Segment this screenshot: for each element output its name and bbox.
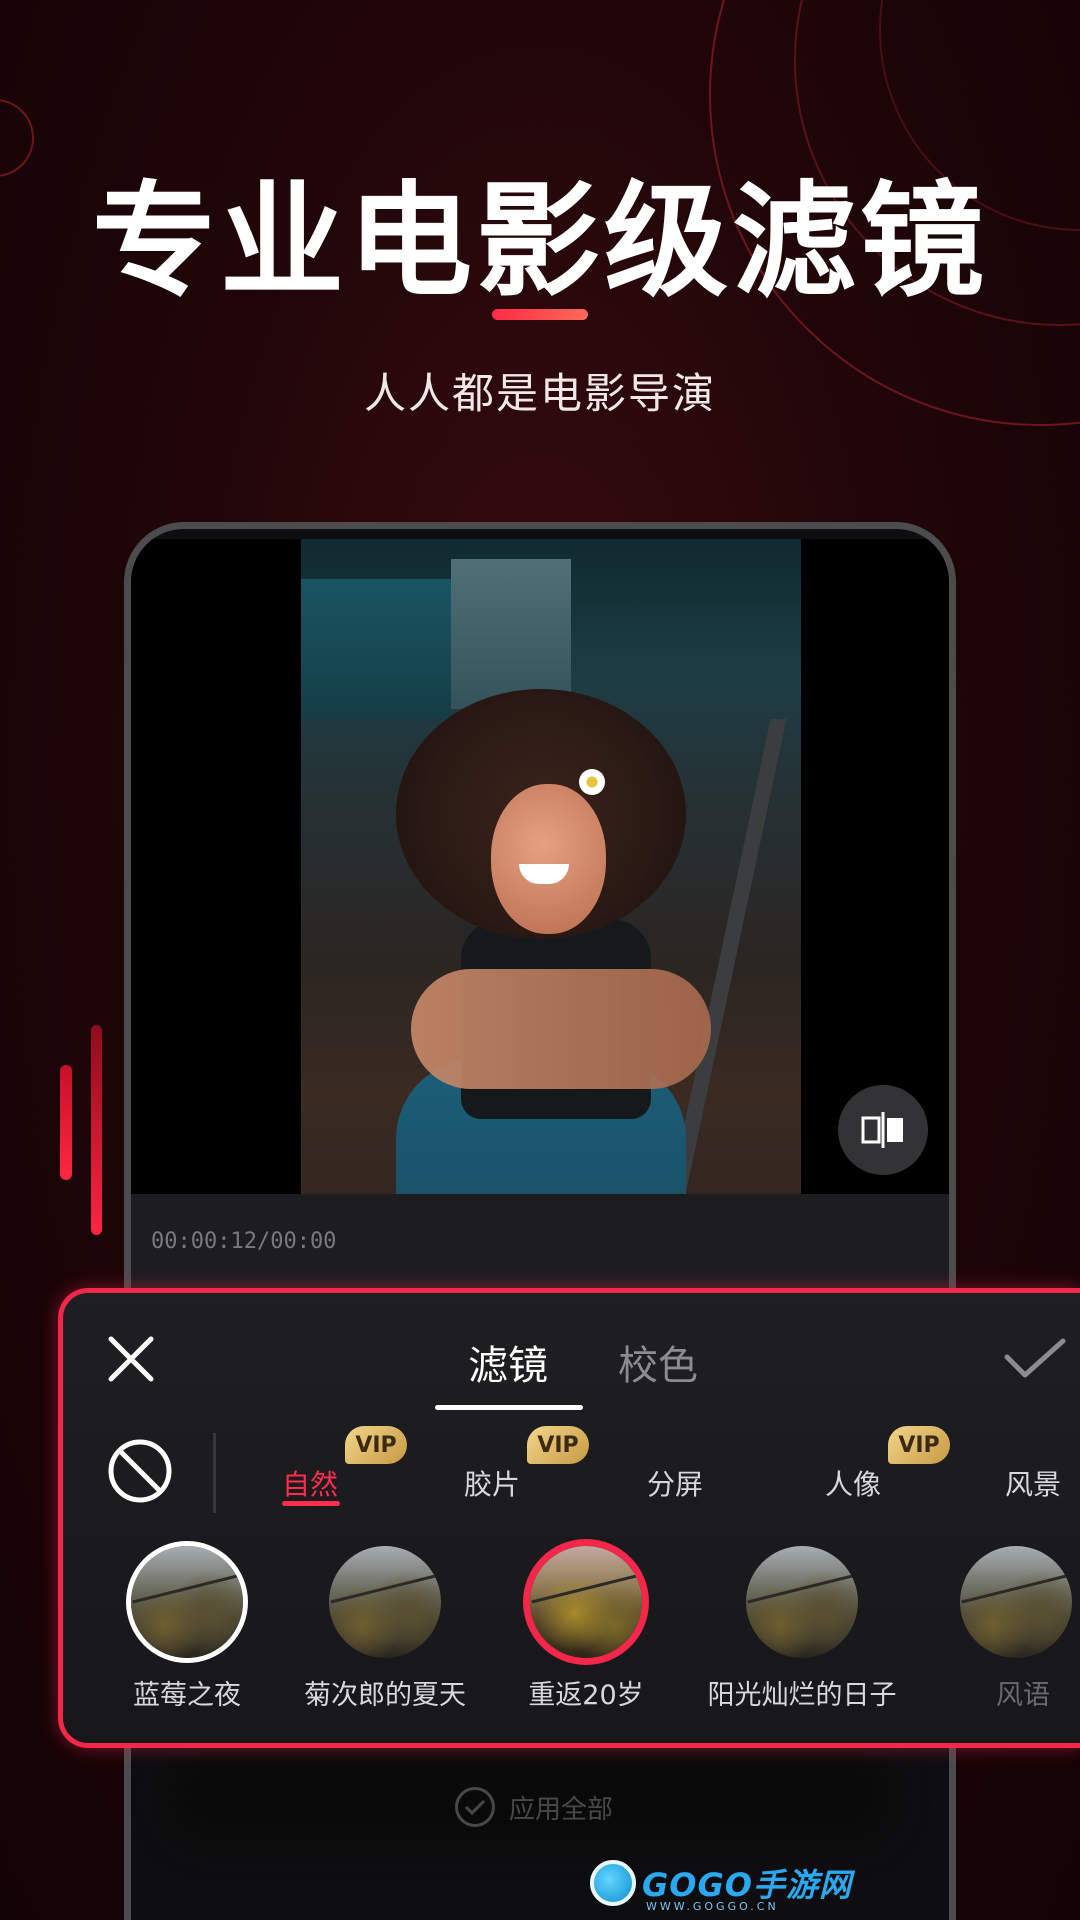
check-icon	[455, 1787, 495, 1827]
tab-filter[interactable]: 滤镜	[468, 1333, 548, 1391]
category-natural[interactable]: 自然	[282, 1463, 338, 1503]
filter-thumbnail[interactable]	[960, 1546, 1072, 1658]
thumbnail-detail	[747, 1571, 858, 1604]
vip-badge: VIP	[527, 1426, 589, 1464]
thumbnail-detail	[531, 1571, 642, 1604]
video-preview[interactable]	[131, 539, 949, 1307]
gogo-logo-icon	[590, 1860, 636, 1906]
compare-icon	[861, 1112, 903, 1148]
photo-subject	[579, 769, 605, 795]
watermark-url: WWW.GOGGO.CN	[646, 1900, 779, 1913]
filter-label: 蓝莓之夜	[133, 1680, 241, 1711]
photo-background	[301, 579, 451, 719]
category-landscape[interactable]: 风景	[1005, 1463, 1061, 1503]
thumbnail-detail	[330, 1571, 441, 1604]
tab-indicator	[435, 1405, 583, 1410]
decorative-bar	[91, 1025, 102, 1235]
page-title: 专业电影级滤镜	[91, 170, 988, 314]
page-subtitle: 人人都是电影导演	[363, 369, 716, 418]
apply-all-label: 应用全部	[509, 1794, 614, 1825]
checkmark-icon	[1004, 1338, 1066, 1378]
vip-badge: VIP	[345, 1426, 407, 1464]
close-icon	[108, 1336, 154, 1382]
thumbnail-detail	[961, 1571, 1072, 1604]
filter-thumbnail[interactable]	[746, 1546, 858, 1658]
filter-thumbnail[interactable]	[329, 1546, 441, 1658]
divider	[213, 1433, 216, 1513]
decorative-bar	[60, 1065, 72, 1180]
title-underline	[492, 309, 588, 320]
video-timecode: 00:00:12/00:00	[151, 1229, 337, 1254]
preview-photo	[301, 539, 801, 1307]
compare-button[interactable]	[838, 1085, 928, 1175]
category-portrait[interactable]: 人像	[825, 1463, 881, 1503]
prohibited-icon	[108, 1439, 172, 1503]
site-watermark: GOGO手游网 WWW.GOGGO.CN	[590, 1860, 852, 1913]
filter-label: 重返20岁	[528, 1680, 644, 1711]
category-indicator	[282, 1501, 340, 1506]
photo-subject	[411, 969, 711, 1089]
filter-label: 菊次郎的夏天	[304, 1680, 466, 1711]
filter-label: 风语	[996, 1680, 1050, 1711]
filter-thumbnail[interactable]	[530, 1546, 642, 1658]
filter-panel: 滤镜 校色 自然 VIP 胶片 VIP 分屏 人像 VIP 风景 蓝莓之夜 菊次…	[58, 1288, 1080, 1748]
close-button[interactable]	[103, 1331, 159, 1387]
vip-badge: VIP	[888, 1426, 950, 1464]
no-filter-button[interactable]	[107, 1438, 173, 1504]
photo-background	[451, 559, 571, 709]
photo-subject	[491, 784, 606, 934]
tab-color-correction[interactable]: 校色	[618, 1333, 698, 1391]
filter-label: 阳光灿烂的日子	[707, 1680, 897, 1711]
category-film[interactable]: 胶片	[464, 1463, 520, 1503]
thumbnail-detail	[132, 1571, 243, 1604]
apply-all-option[interactable]: 应用全部	[455, 1787, 613, 1827]
category-split-screen[interactable]: 分屏	[647, 1463, 703, 1503]
filter-thumbnail[interactable]	[131, 1546, 243, 1658]
confirm-button[interactable]	[1003, 1335, 1067, 1385]
